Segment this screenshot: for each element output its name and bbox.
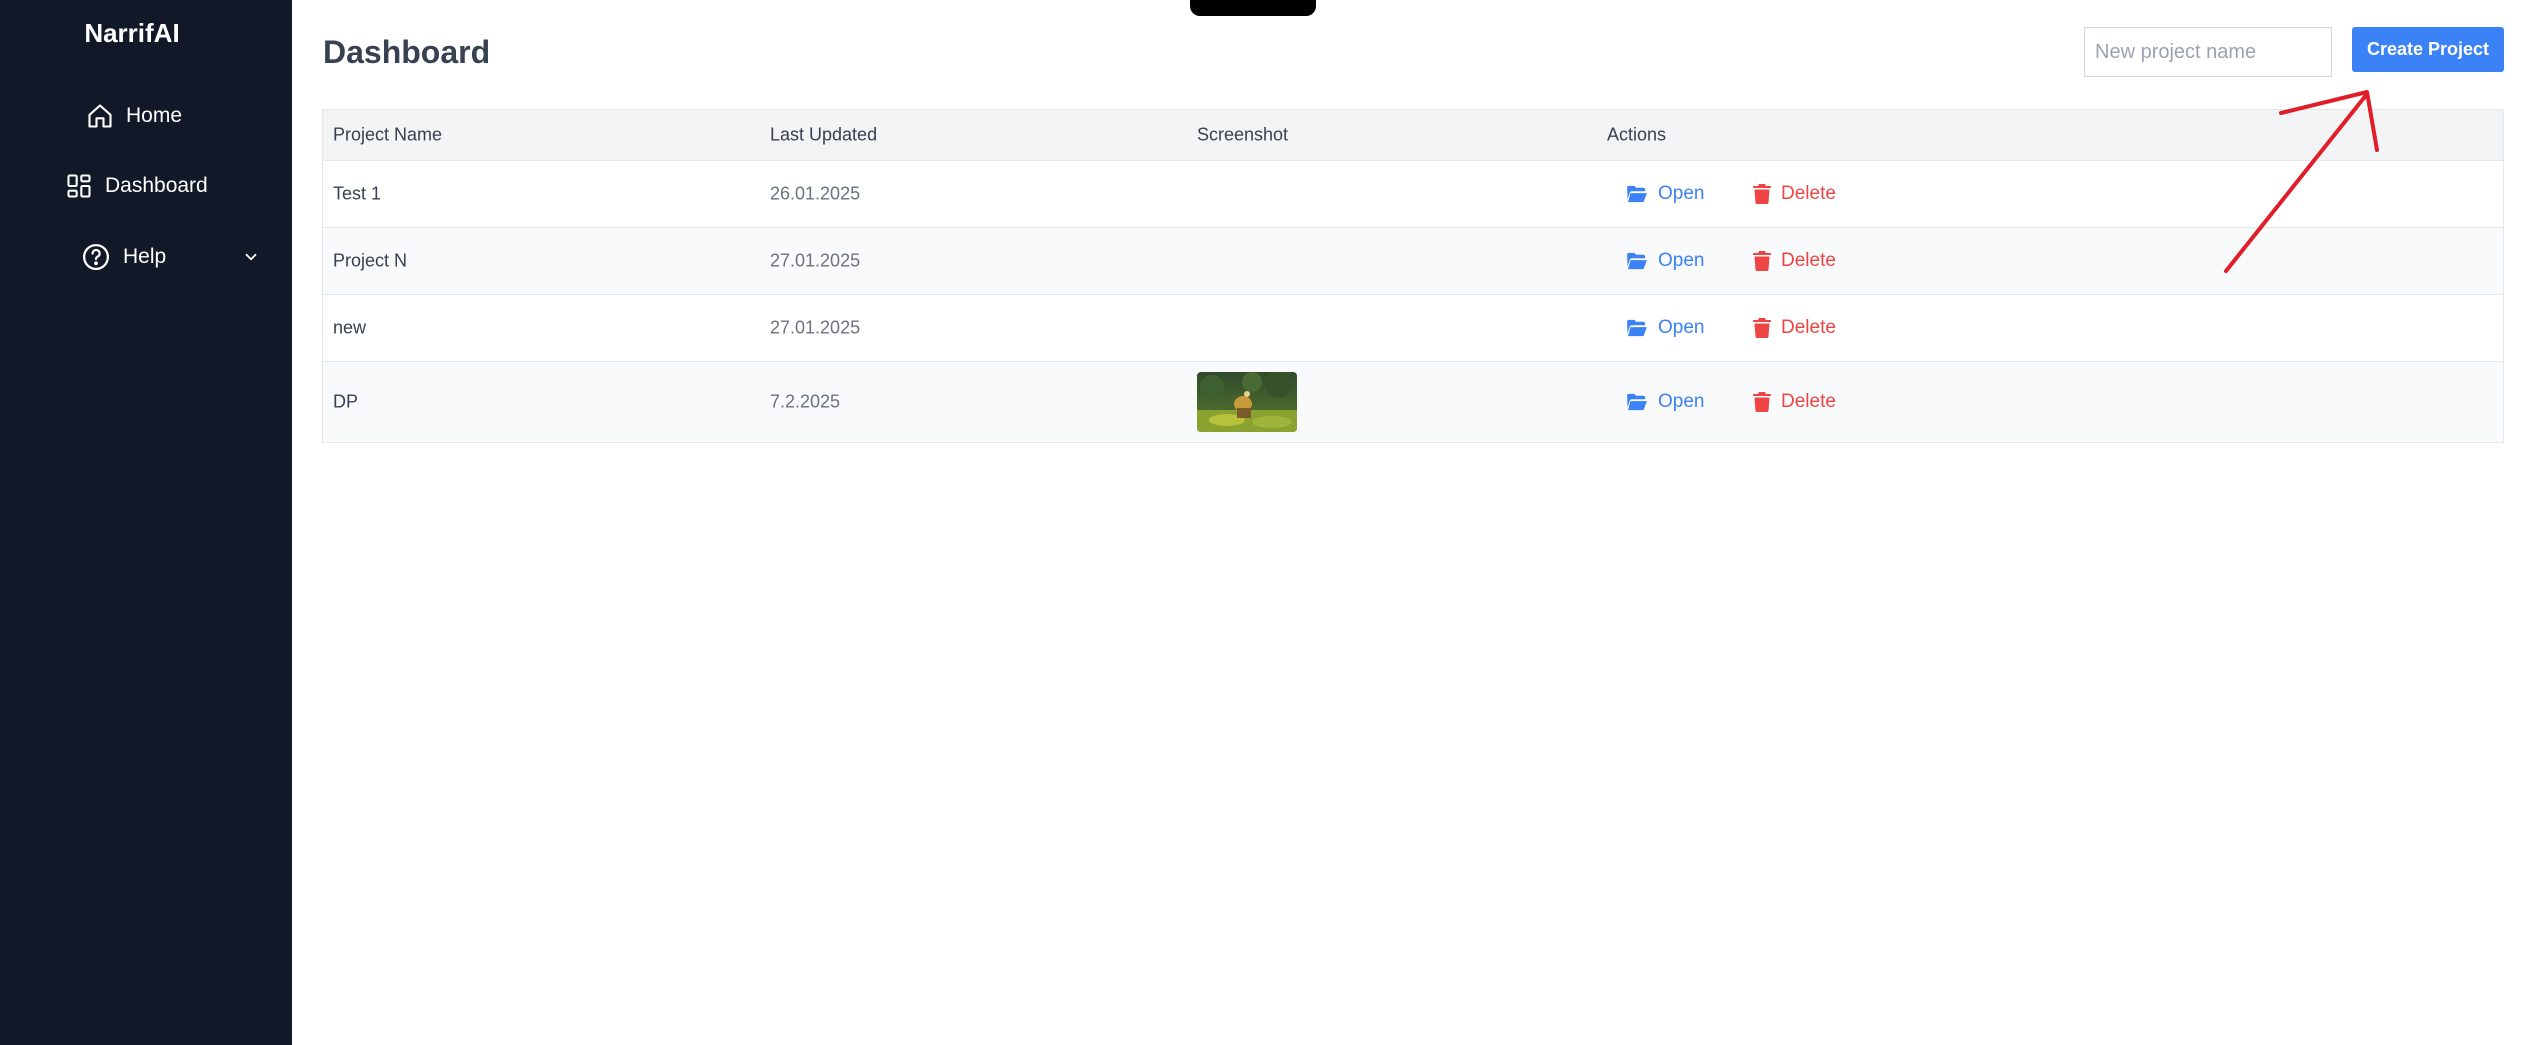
sidebar: NarrifAI Home Dashboard Help xyxy=(0,0,292,1045)
table-row: Project N 27.01.2025 Open Delete xyxy=(323,228,2503,295)
delete-button[interactable]: Delete xyxy=(1753,391,1836,413)
projects-table: Project Name Last Updated Screenshot Act… xyxy=(322,109,2504,443)
camera-notch xyxy=(1190,0,1316,16)
trash-icon xyxy=(1753,392,1771,412)
last-updated: 27.01.2025 xyxy=(770,250,861,271)
folder-open-icon xyxy=(1627,185,1647,203)
screenshot-image xyxy=(1197,372,1297,432)
delete-button[interactable]: Delete xyxy=(1753,183,1836,205)
open-button[interactable]: Open xyxy=(1626,317,1704,339)
open-button[interactable]: Open xyxy=(1626,183,1704,205)
folder-open-icon xyxy=(1627,319,1647,337)
create-project-button[interactable]: Create Project xyxy=(2352,27,2504,72)
project-name: Project N xyxy=(333,250,408,271)
project-name: Test 1 xyxy=(333,183,382,204)
table-row: new 27.01.2025 Open Delete xyxy=(323,295,2503,362)
screenshot-thumbnail[interactable] xyxy=(1197,372,1297,432)
brand-logo: NarrifAI xyxy=(84,18,180,48)
trash-icon xyxy=(1753,184,1771,204)
trash-icon xyxy=(1753,251,1771,271)
new-project-name-input[interactable] xyxy=(2084,27,2332,77)
delete-button[interactable]: Delete xyxy=(1753,317,1836,339)
table-row: Test 1 26.01.2025 Open Delete xyxy=(323,161,2503,228)
last-updated: 26.01.2025 xyxy=(770,183,861,204)
column-header-project-name: Project Name xyxy=(333,124,443,145)
table-header: Project Name Last Updated Screenshot Act… xyxy=(323,110,2503,161)
sidebar-item-label: Dashboard xyxy=(105,174,208,197)
help-circle-icon xyxy=(83,244,109,270)
column-header-screenshot: Screenshot xyxy=(1197,124,1289,145)
folder-open-icon xyxy=(1627,252,1647,270)
sidebar-item-help[interactable]: Help xyxy=(81,242,166,272)
open-button[interactable]: Open xyxy=(1626,391,1704,413)
delete-button[interactable]: Delete xyxy=(1753,250,1836,272)
last-updated: 27.01.2025 xyxy=(770,317,861,338)
home-icon xyxy=(88,104,112,128)
last-updated: 7.2.2025 xyxy=(770,391,841,412)
column-header-actions: Actions xyxy=(1607,124,1667,145)
project-name: new xyxy=(333,317,367,338)
sidebar-item-home[interactable]: Home xyxy=(86,102,182,130)
chevron-down-icon[interactable] xyxy=(242,248,260,266)
table-row: DP 7.2.2025 Open Delete xyxy=(323,362,2503,442)
trash-icon xyxy=(1753,318,1771,338)
folder-open-icon xyxy=(1627,393,1647,411)
sidebar-item-label: Help xyxy=(123,245,167,268)
column-header-last-updated: Last Updated xyxy=(770,124,878,145)
sidebar-item-label: Home xyxy=(126,104,183,127)
project-name: DP xyxy=(333,391,359,412)
sidebar-item-dashboard[interactable]: Dashboard xyxy=(65,172,208,200)
open-button[interactable]: Open xyxy=(1626,250,1704,272)
page-title: Dashboard xyxy=(323,34,491,70)
dashboard-icon xyxy=(67,174,91,198)
